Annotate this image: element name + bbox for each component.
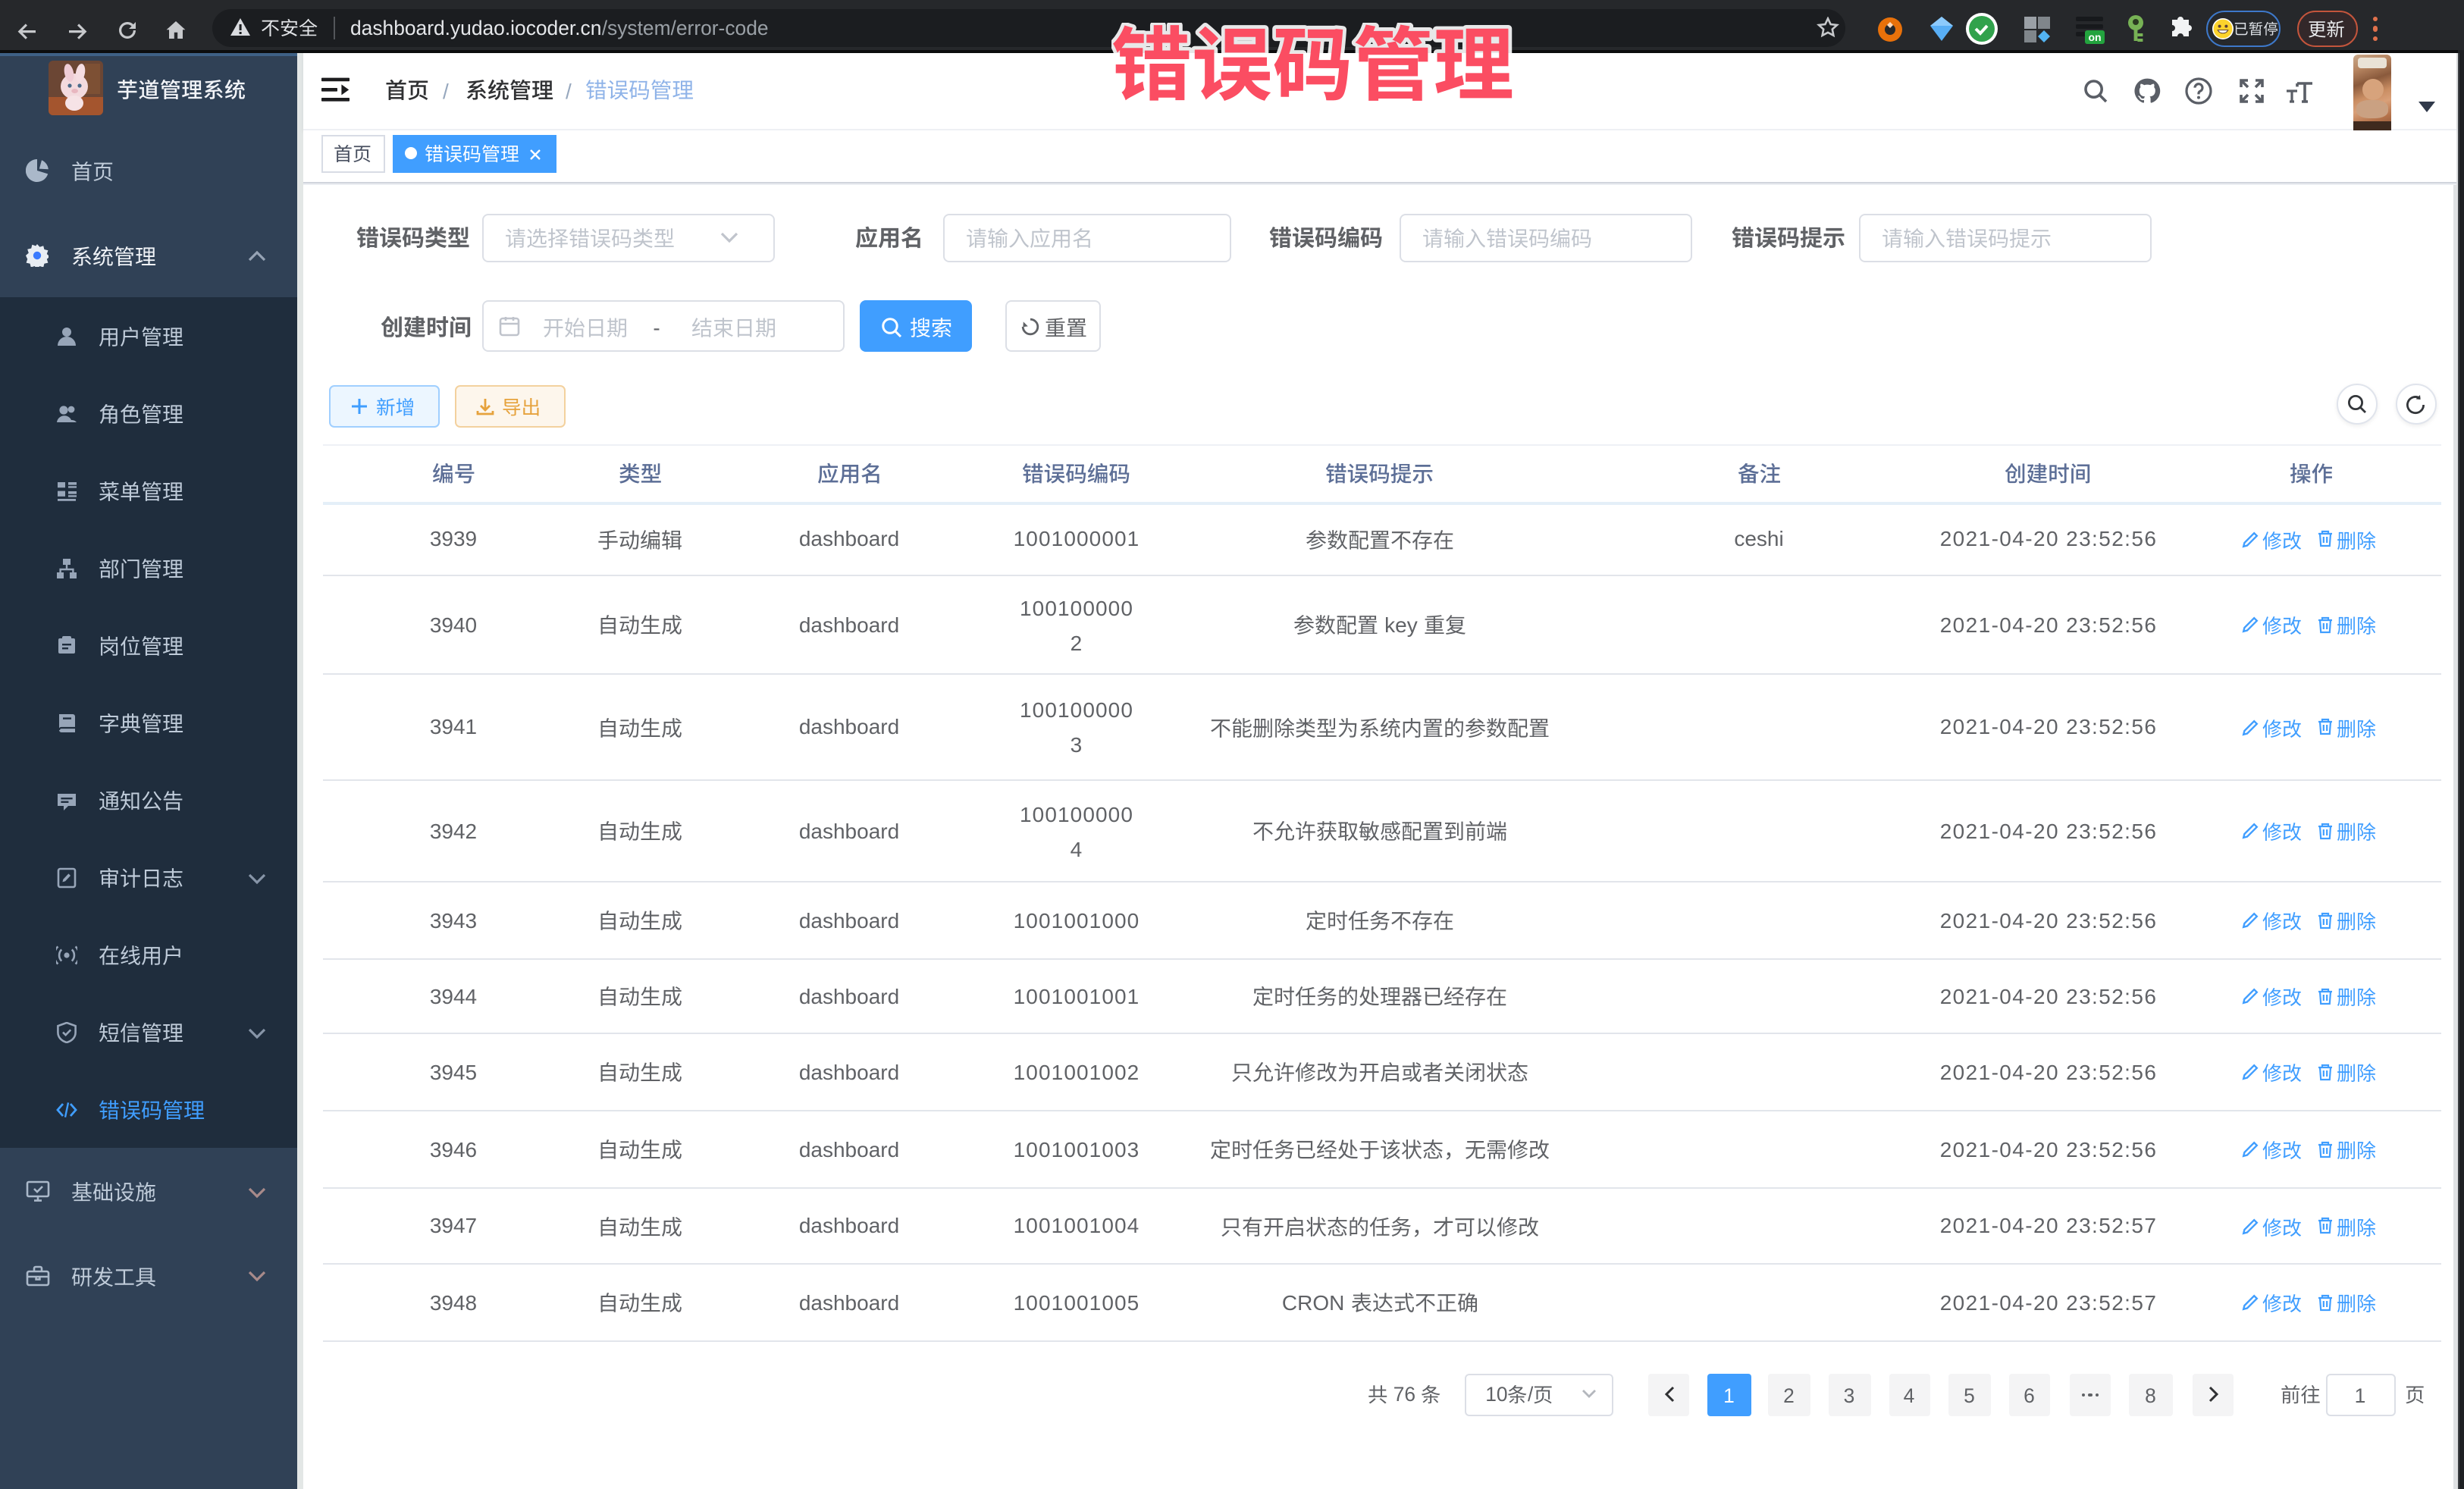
svg-text:on: on — [2088, 31, 2101, 43]
